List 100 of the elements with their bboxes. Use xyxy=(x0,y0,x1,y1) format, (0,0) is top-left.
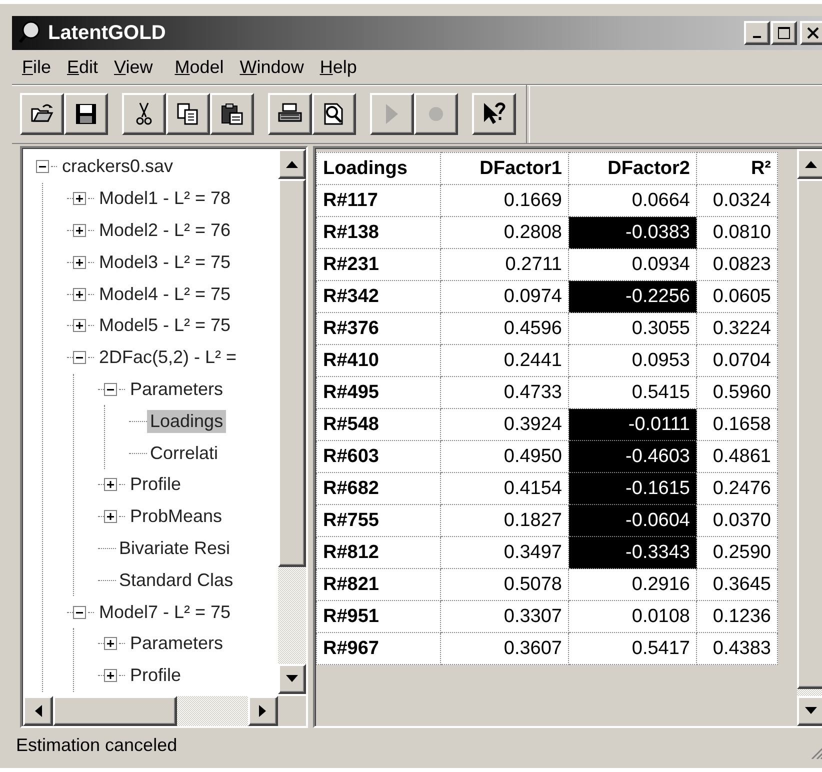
scroll-up-button[interactable] xyxy=(278,149,306,179)
table-cell: 0.0605 xyxy=(696,280,778,312)
collapse-button[interactable] xyxy=(36,160,49,174)
scroll-down-button[interactable] xyxy=(278,664,306,694)
minimize-button[interactable] xyxy=(744,21,770,45)
tree-item[interactable]: Correlati xyxy=(147,442,222,465)
tree-item[interactable]: 2DFac(5,2) - L² = xyxy=(96,346,240,370)
expand-button[interactable] xyxy=(104,669,117,682)
highlighted-cell: -0.0111 xyxy=(568,408,696,440)
tree-item[interactable]: Profile xyxy=(127,473,184,496)
row-header: R#231 xyxy=(316,248,440,280)
print-button[interactable] xyxy=(268,93,312,135)
help-button[interactable] xyxy=(472,93,516,135)
table-cell: 0.5960 xyxy=(696,376,778,408)
documents-icon xyxy=(175,101,201,127)
maximize-button[interactable] xyxy=(771,21,797,45)
tree-item[interactable]: Model7 - L² = 75 xyxy=(96,600,234,624)
scrollbar-thumb[interactable] xyxy=(53,696,177,726)
expand-button[interactable] xyxy=(73,192,86,206)
down-triangle-icon xyxy=(805,707,817,715)
preview-button[interactable] xyxy=(312,93,356,135)
scrollbar-thumb[interactable] xyxy=(278,179,306,567)
expand-button[interactable] xyxy=(73,224,86,237)
tree-item[interactable]: Model5 - L² = 75 xyxy=(96,314,234,338)
tree-item[interactable]: Standard Clas xyxy=(116,568,236,592)
scroll-down-button[interactable] xyxy=(797,696,822,726)
tree-item[interactable]: ProbMeans xyxy=(127,505,226,528)
row-header: R#138 xyxy=(316,216,440,248)
resize-grip-icon xyxy=(811,746,822,759)
table-cell: 0.3307 xyxy=(440,600,568,632)
table-cell: 0.0108 xyxy=(568,600,696,632)
table-cell: 0.0823 xyxy=(696,248,778,280)
tree-item[interactable]: Profile xyxy=(127,664,184,688)
tree-item[interactable]: Model4 - L² = 75 xyxy=(96,282,234,306)
open-button[interactable] xyxy=(20,93,64,135)
table-cell: 0.4596 xyxy=(440,312,568,344)
tree-item[interactable]: Model2 - L² = 76 xyxy=(96,218,234,242)
scrollbar-thumb[interactable] xyxy=(797,179,822,689)
plus-icon xyxy=(106,671,115,680)
plus-icon xyxy=(106,639,115,648)
table-cell: 0.3055 xyxy=(568,312,696,344)
highlighted-cell: -0.3343 xyxy=(568,536,696,568)
close-button[interactable] xyxy=(800,21,822,45)
expand-button[interactable] xyxy=(73,288,86,301)
table-cell: 0.0953 xyxy=(568,344,696,376)
scroll-right-button[interactable] xyxy=(248,696,278,726)
plus-icon xyxy=(75,290,84,299)
row-header: R#376 xyxy=(316,312,440,344)
plus-icon xyxy=(106,480,115,490)
close-icon xyxy=(806,26,820,40)
table-cell: 0.4861 xyxy=(696,440,778,472)
menu-item[interactable]: Window xyxy=(236,56,316,78)
highlighted-cell: -0.2256 xyxy=(568,280,696,312)
menu-item[interactable]: Help xyxy=(316,56,369,78)
table-cell: 0.0324 xyxy=(696,184,778,216)
highlighted-cell: -0.0604 xyxy=(568,504,696,536)
collapse-button[interactable] xyxy=(73,351,86,364)
copy-button[interactable] xyxy=(166,93,210,135)
row-header: R#682 xyxy=(316,472,440,504)
column-header[interactable]: Loadings xyxy=(316,152,440,184)
highlighted-cell: -0.0383 xyxy=(568,216,696,248)
tree-item[interactable]: Model3 - L² = 75 xyxy=(96,250,234,274)
menu-item[interactable]: Edit xyxy=(63,56,110,78)
paste-button[interactable] xyxy=(210,93,254,135)
plus-icon xyxy=(75,194,84,204)
table-cell: 0.1236 xyxy=(696,600,778,632)
tree-item[interactable]: Model1 - L² = 78 xyxy=(96,187,234,210)
table-cell: 0.2711 xyxy=(440,248,568,280)
column-header[interactable]: DFactor1 xyxy=(440,152,568,184)
row-header: R#342 xyxy=(316,280,440,312)
expand-button[interactable] xyxy=(104,478,117,492)
right-triangle-icon xyxy=(259,705,267,717)
expand-button[interactable] xyxy=(73,319,86,332)
expand-button[interactable] xyxy=(104,637,117,650)
tree-item[interactable]: crackers0.sav xyxy=(59,155,176,178)
expand-button[interactable] xyxy=(104,510,117,524)
column-header[interactable]: R² xyxy=(696,152,778,184)
tree-item[interactable]: Bivariate Resi xyxy=(116,536,234,560)
scroll-left-button[interactable] xyxy=(23,696,53,726)
collapse-button[interactable] xyxy=(73,606,86,619)
expand-button[interactable] xyxy=(73,256,86,269)
table-cell: 0.4383 xyxy=(696,632,778,664)
cut-button[interactable] xyxy=(122,93,166,135)
collapse-button[interactable] xyxy=(104,382,117,396)
save-button[interactable] xyxy=(64,93,108,135)
column-header[interactable]: DFactor2 xyxy=(568,152,696,184)
menu-item[interactable]: File xyxy=(18,56,64,78)
table-cell: 0.4733 xyxy=(440,376,568,408)
table-cell: 0.0704 xyxy=(696,344,778,376)
menu-item[interactable]: Model xyxy=(164,56,236,78)
row-header: R#967 xyxy=(316,632,440,664)
down-triangle-icon xyxy=(286,675,298,683)
clipboard-icon xyxy=(219,101,245,127)
tree-item[interactable]: Parameters xyxy=(127,632,226,656)
tree-item[interactable]: Parameters xyxy=(127,378,226,401)
scroll-up-button[interactable] xyxy=(797,149,822,179)
tree-item[interactable]: Loadings xyxy=(147,410,226,433)
menu-item[interactable]: View xyxy=(110,56,165,78)
table-cell: 0.0370 xyxy=(696,504,778,536)
row-header: R#548 xyxy=(316,408,440,440)
